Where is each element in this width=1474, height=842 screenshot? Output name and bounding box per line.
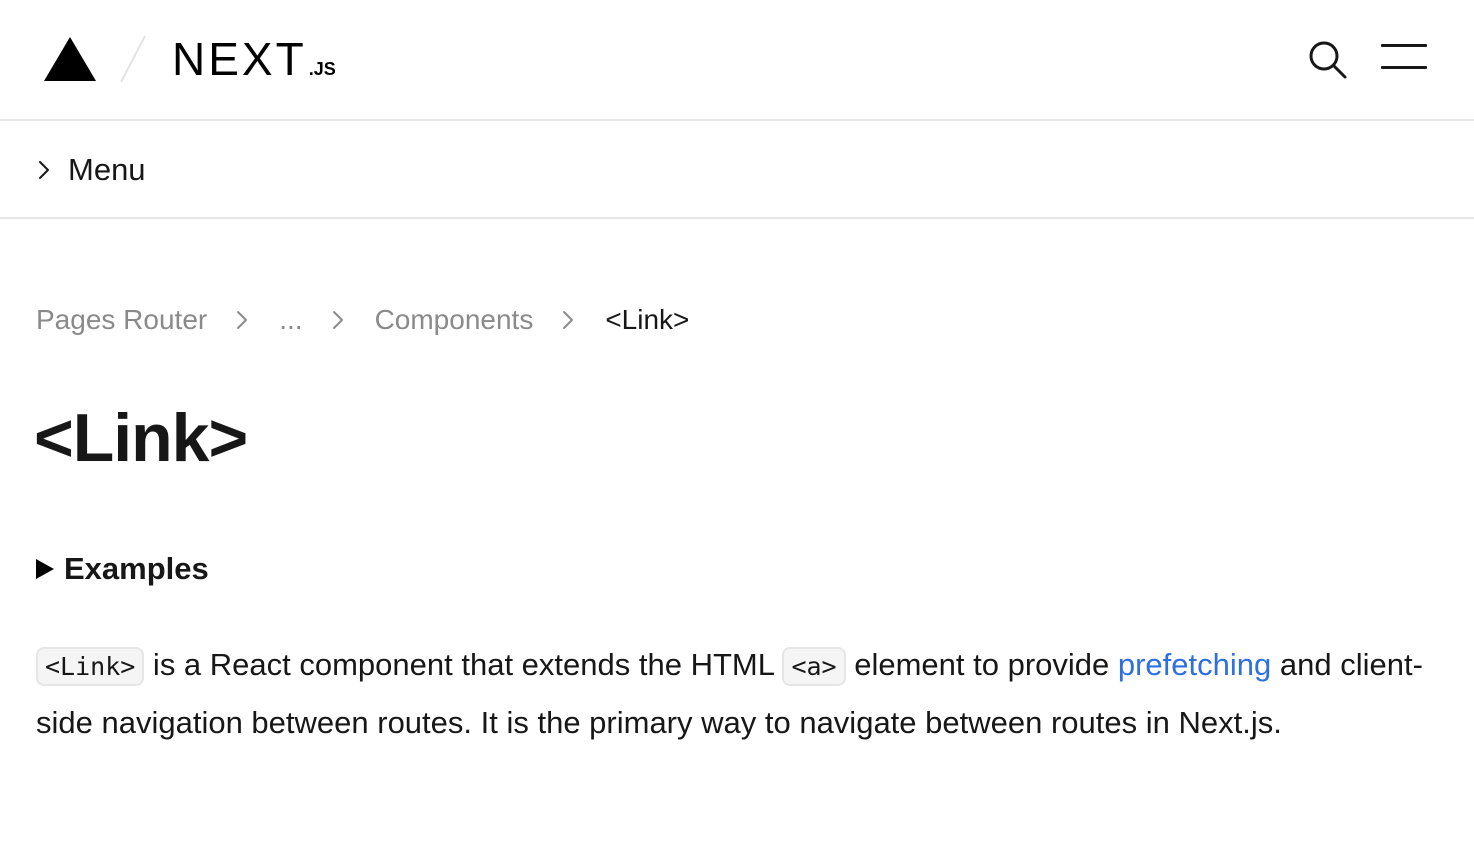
chevron-right-icon (563, 311, 574, 329)
search-button[interactable] (1307, 39, 1349, 81)
docs-menu-toggle[interactable]: Menu (0, 121, 1474, 219)
hamburger-line-bottom (1381, 66, 1427, 69)
breadcrumb: Pages Router ... Components <Link> (36, 300, 689, 340)
breadcrumb-item-current: <Link> (605, 304, 690, 335)
prefetching-link[interactable]: prefetching (1118, 647, 1271, 682)
chevron-right-icon (332, 311, 343, 329)
chevron-right-icon (237, 311, 248, 329)
slash-divider-icon (120, 35, 146, 83)
nextjs-logo-suffix: .JS (308, 59, 336, 79)
top-navigation-bar: NEXT .JS (0, 0, 1474, 121)
breadcrumb-item-ellipsis[interactable]: ... (279, 300, 302, 340)
examples-disclosure[interactable]: Examples (36, 548, 209, 590)
intro-text-2: element to provide (845, 647, 1118, 682)
intro-paragraph: <Link> is a React component that extends… (36, 637, 1436, 751)
inline-code-a: <a> (782, 647, 846, 686)
breadcrumb-item-components[interactable]: Components (375, 300, 534, 340)
chevron-right-icon (39, 161, 49, 179)
search-icon (1309, 41, 1347, 79)
intro-text-1: is a React component that extends the HT… (144, 647, 783, 682)
vercel-logo-icon[interactable] (44, 37, 96, 81)
breadcrumb-item-pages-router[interactable]: Pages Router (36, 300, 207, 340)
hamburger-menu-button[interactable] (1381, 44, 1427, 72)
examples-label: Examples (64, 551, 209, 586)
nextjs-logo-word: NEXT (172, 33, 307, 85)
hamburger-line-top (1381, 44, 1427, 47)
triangle-right-icon (36, 559, 54, 579)
nextjs-logo[interactable]: NEXT .JS (172, 33, 336, 85)
inline-code-link: <Link> (36, 647, 145, 686)
menu-label: Menu (68, 152, 146, 187)
page-title: <Link> (34, 400, 248, 476)
